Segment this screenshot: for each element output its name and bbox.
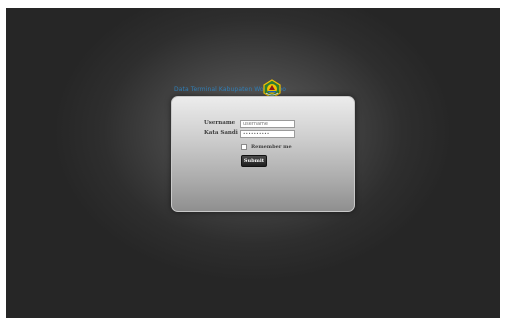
login-panel: Username Kata Sandi •••••••••• Remember … (171, 96, 355, 212)
password-label: Kata Sandi (204, 130, 238, 136)
username-label: Username (204, 120, 236, 126)
username-input[interactable] (240, 120, 295, 128)
submit-button[interactable]: Submit (241, 155, 267, 167)
remember-me-checkbox[interactable] (241, 144, 247, 150)
password-input[interactable]: •••••••••• (240, 130, 295, 138)
remember-me-label: Remember me (251, 144, 292, 150)
login-page-background: Data Terminal Kabupaten Wonosobo Usernam… (6, 8, 500, 318)
